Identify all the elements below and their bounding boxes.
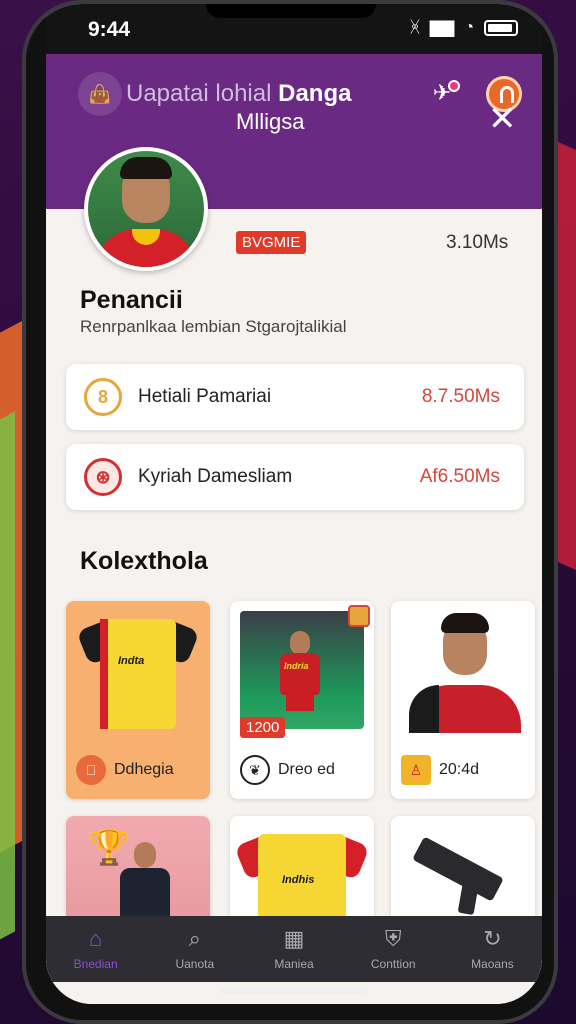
club-crest-icon: ❦ [240, 755, 270, 785]
tile-label: 20:4d [439, 761, 480, 778]
status-time: 9:44 [88, 18, 131, 41]
tile-footer: ❦ Dreo ed [240, 755, 335, 785]
nav-label: Uanota [175, 957, 215, 971]
phone-frame: 9:44 ᚸ ▇▇ ◔ 👜 Uapatai lohial Danga ✈ Mll… [22, 0, 558, 1024]
jersey-stripe [100, 619, 108, 729]
list-item[interactable]: ⊛ Kyriah Damesliam Af6.50Ms [66, 444, 524, 510]
app-screen: 9:44 ᚸ ▇▇ ◔ 👜 Uapatai lohial Danga ✈ Mll… [46, 4, 542, 1004]
nav-item-refresh[interactable]: ↻ Maoans [443, 916, 542, 982]
bottom-navigation: ⌂ Bnedian ⌕ Uanota ▦ Maniea ⛨ Conttion ↻… [46, 916, 542, 982]
player-shorts [286, 693, 314, 711]
close-icon[interactable]: ✕ [488, 102, 517, 136]
rifle-icon [412, 836, 504, 902]
collection-tile[interactable]: Indhis [230, 816, 374, 926]
wifi-icon: ◔ [464, 19, 474, 36]
coin-icon: 8 [84, 378, 122, 416]
signal-bars-icon: ▇▇ [429, 20, 455, 37]
collection-tile[interactable]: Indta ⎕ Ddhegia [66, 601, 210, 799]
portrait-hair [441, 613, 489, 633]
book-icon: ▦ [283, 926, 305, 951]
shield-crest-icon: ♙ [401, 755, 431, 785]
player-figure [278, 631, 322, 711]
nav-item-home[interactable]: ⌂ Bnedian [46, 916, 145, 982]
app-title-main: Danga [278, 80, 352, 107]
notification-dot [448, 80, 460, 92]
collection-tile[interactable]: ♙ 20:4d [391, 601, 535, 799]
balance-value: 3.10Ms [446, 232, 509, 253]
paper-plane-icon[interactable]: ✈ [424, 80, 460, 110]
home-icon: ⌂ [88, 926, 103, 951]
nav-item-shield[interactable]: ⛨ Conttion [344, 916, 443, 982]
shopping-bag-icon[interactable]: 👜 [78, 72, 122, 116]
header-search-pill[interactable]: 👜 Uapatai lohial Danga [68, 72, 358, 116]
nav-label: Maoans [471, 957, 514, 971]
bluetooth-icon: ᚸ [410, 19, 420, 36]
corner-tag-icon [348, 605, 370, 627]
tile-label: Ddhegia [114, 761, 174, 778]
player-head [290, 631, 310, 655]
status-icons: ᚸ ▇▇ ◔ [410, 18, 518, 38]
collection-tile[interactable]: 🏆 [66, 816, 210, 926]
app-title-prefix: Uapatai lohial [126, 80, 272, 107]
profile-name: Mlligsa [236, 109, 305, 134]
search-icon: ⌕ [188, 926, 201, 951]
app-title: Uapatai lohial Danga [126, 80, 351, 108]
status-bar: 9:44 ᚸ ▇▇ ◔ [46, 4, 542, 54]
nav-label: Bnedian [73, 957, 118, 971]
list-item-label: Hetiali Pamariai [138, 386, 272, 407]
background-stripe-green [0, 411, 15, 969]
nav-item-search[interactable]: ⌕ Uanota [145, 916, 244, 982]
shield-icon: ⛨ [384, 926, 402, 951]
tile-footer: ⎕ Ddhegia [76, 755, 174, 785]
battery-icon [484, 20, 518, 36]
list-item[interactable]: 8 Hetiali Pamariai 8.7.50Ms [66, 364, 524, 430]
jersey-body [100, 619, 176, 729]
status-badge: BVGMIE [236, 231, 307, 254]
section-subtitle: Renrpanlkaa lembian Stgarojtalikial [80, 317, 347, 336]
refresh-icon: ↻ [483, 926, 502, 951]
home-indicator[interactable] [220, 988, 368, 994]
tile-label: Dreo ed [278, 761, 335, 778]
list-item-label: Kyriah Damesliam [138, 466, 293, 487]
player-action-photo: Indria [240, 611, 364, 729]
section-title-collections: Kolexthola [80, 547, 208, 575]
player-figure [114, 842, 174, 926]
jersey-print: Indria [284, 661, 309, 671]
jersey-print: Indhis [282, 874, 315, 886]
player-head [134, 842, 156, 868]
bottle-icon: ⎕ [76, 755, 106, 785]
list-item-value: Af6.50Ms [419, 466, 500, 487]
nav-label: Maniea [274, 957, 314, 971]
tile-footer: ♙ 20:4d [401, 755, 479, 785]
notch [206, 4, 376, 18]
collection-tile[interactable]: Indria 1200 ❦ Dreo ed [230, 601, 374, 799]
photo-tag: 1200 [240, 717, 286, 738]
portrait-shirt [409, 685, 521, 733]
avatar[interactable] [84, 147, 208, 271]
nav-label: Conttion [370, 957, 416, 971]
section-title-penancii: Penancii [80, 286, 183, 314]
player-portrait [401, 609, 525, 733]
avatar-hair [120, 157, 172, 179]
nav-item-book[interactable]: ▦ Maniea [244, 916, 343, 982]
player-shirt [280, 653, 320, 695]
list-item-value: 8.7.50Ms [421, 386, 500, 407]
collection-tile[interactable] [391, 816, 535, 926]
lifebuoy-icon: ⊛ [84, 458, 122, 496]
jersey-print: Indta [118, 655, 145, 667]
